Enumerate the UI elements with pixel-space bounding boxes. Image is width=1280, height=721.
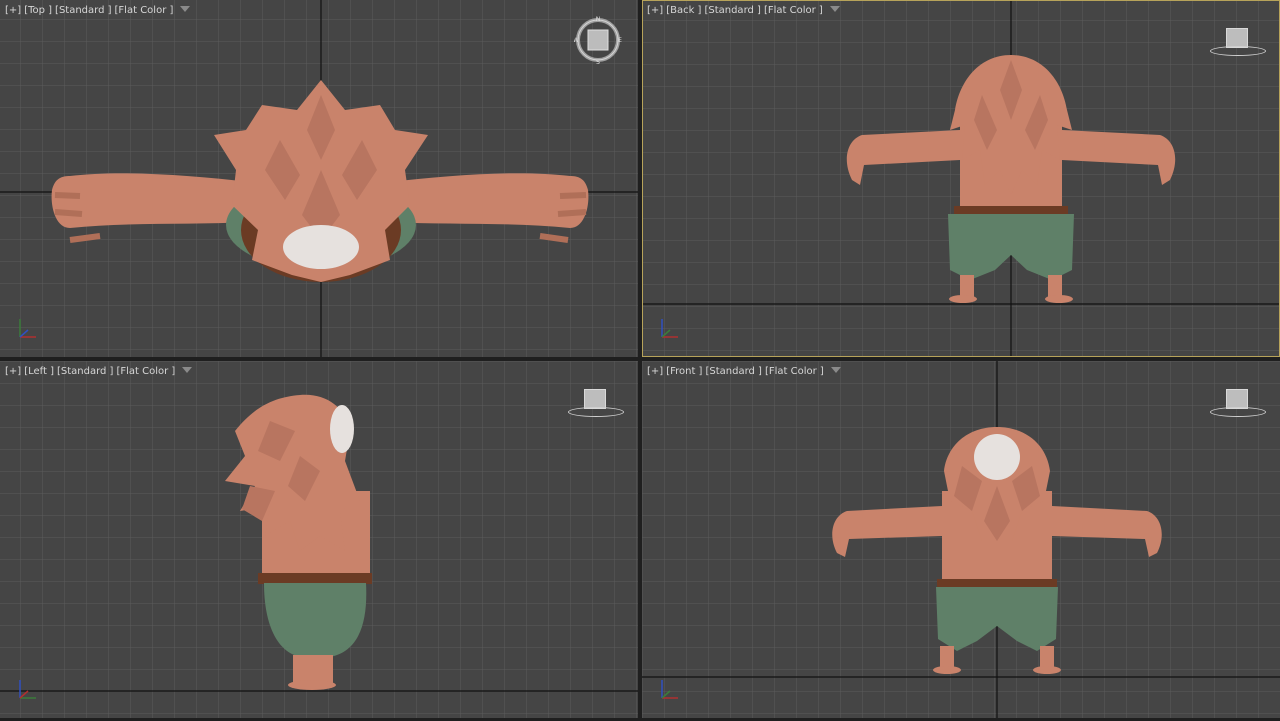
character-model-front[interactable] (642, 361, 1280, 718)
compass-south: S (596, 59, 600, 64)
viewcube-compass[interactable]: N S E W (574, 16, 622, 64)
view-menu[interactable]: [Top ] (24, 5, 52, 16)
filter-icon[interactable] (180, 6, 191, 12)
view-menu[interactable]: [Front ] (666, 366, 702, 377)
viewport-label-top[interactable]: [+] [Top ] [Standard ] [Flat Color ] (5, 5, 191, 16)
viewport-plus-menu[interactable]: [+] (5, 366, 21, 377)
view-menu[interactable]: [Back ] (666, 5, 701, 16)
viewcube[interactable] (1210, 26, 1266, 58)
viewport-plus-menu[interactable]: [+] (647, 5, 663, 16)
viewcube-ring[interactable] (568, 407, 624, 417)
axis-tripod-icon (661, 680, 678, 699)
viewcube[interactable] (568, 387, 624, 419)
character-model-top[interactable] (0, 0, 638, 357)
shading-menu[interactable]: [Standard ] (705, 366, 761, 377)
viewport-plus-menu[interactable]: [+] (5, 5, 21, 16)
compass-west: W (574, 37, 579, 44)
viewport-front[interactable]: [+] [Front ] [Standard ] [Flat Color ] (642, 361, 1280, 718)
filter-icon[interactable] (182, 367, 193, 373)
viewport-back[interactable]: [+] [Back ] [Standard ] [Flat Color ] (642, 0, 1280, 357)
viewport-label-front[interactable]: [+] [Front ] [Standard ] [Flat Color ] (647, 366, 841, 377)
viewcube-face[interactable] (1226, 28, 1248, 48)
view-menu[interactable]: [Left ] (24, 366, 54, 377)
viewport-label-back[interactable]: [+] [Back ] [Standard ] [Flat Color ] (647, 5, 840, 16)
axis-tripod-icon (661, 319, 678, 338)
display-mode-menu[interactable]: [Flat Color ] (765, 366, 824, 377)
shading-menu[interactable]: [Standard ] (57, 366, 113, 377)
viewcube-face[interactable] (1226, 389, 1248, 409)
viewport-label-left[interactable]: [+] [Left ] [Standard ] [Flat Color ] (5, 366, 193, 377)
compass-east: E (618, 37, 622, 44)
display-mode-menu[interactable]: [Flat Color ] (764, 5, 823, 16)
display-mode-menu[interactable]: [Flat Color ] (116, 366, 175, 377)
viewport-top[interactable]: [+] [Top ] [Standard ] [Flat Color ] N S E … (0, 0, 638, 357)
character-model-back[interactable] (642, 0, 1280, 357)
filter-icon[interactable] (830, 367, 841, 373)
compass-north: N (596, 16, 601, 23)
character-model-left[interactable] (0, 361, 638, 718)
axis-tripod-icon (19, 319, 36, 338)
display-mode-menu[interactable]: [Flat Color ] (115, 5, 174, 16)
shading-menu[interactable]: [Standard ] (704, 5, 760, 16)
viewcube-face[interactable] (584, 389, 606, 409)
viewcube[interactable] (1210, 387, 1266, 419)
viewcube-ring[interactable] (1210, 407, 1266, 417)
viewport-plus-menu[interactable]: [+] (647, 366, 663, 377)
viewcube-ring[interactable] (1210, 46, 1266, 56)
viewport-left[interactable]: [+] [Left ] [Standard ] [Flat Color ] (0, 361, 638, 718)
filter-icon[interactable] (829, 6, 840, 12)
axis-tripod-icon (19, 680, 36, 699)
shading-menu[interactable]: [Standard ] (55, 5, 111, 16)
